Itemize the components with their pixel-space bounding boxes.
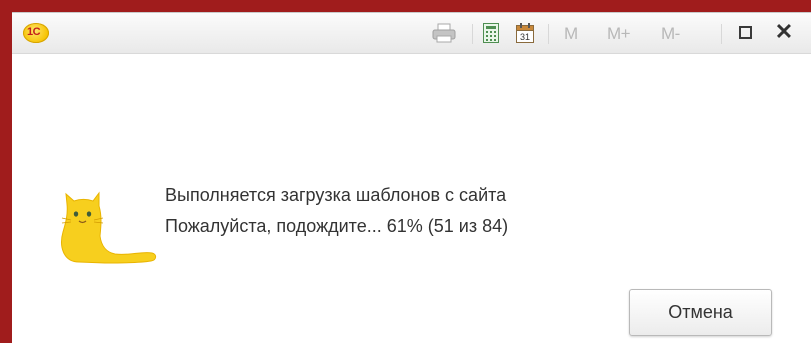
calendar-day: 31 [520, 32, 530, 42]
message-line-1: Выполняется загрузка шаблонов с сайта [165, 185, 507, 205]
progress-dialog: 1С 31 M M+ M- ✕ Выполняется загрузка шаб… [12, 12, 811, 344]
calculator-icon[interactable] [483, 23, 499, 43]
memory-button-m[interactable]: M [564, 24, 578, 44]
toolbar-separator [472, 24, 473, 44]
memory-button-m-plus[interactable]: M+ [607, 24, 631, 44]
printer-icon[interactable] [432, 23, 456, 43]
app-logo-icon: 1С [23, 23, 49, 43]
toolbar-separator [721, 24, 722, 44]
logo-text: 1С [27, 26, 41, 38]
message-line-2: Пожалуйста, подождите... 61% (51 из 84) [165, 216, 509, 236]
cancel-button[interactable]: Отмена [629, 289, 772, 336]
maximize-icon[interactable] [739, 26, 752, 39]
toolbar-separator [548, 24, 549, 44]
memory-button-m-minus[interactable]: M- [661, 24, 680, 44]
titlebar: 1С 31 M M+ M- ✕ [12, 13, 811, 54]
close-icon[interactable]: ✕ [772, 20, 796, 44]
calendar-icon[interactable]: 31 [516, 23, 534, 43]
cat-icon [61, 191, 157, 264]
progress-message: Выполняется загрузка шаблонов с сайта По… [165, 180, 508, 242]
